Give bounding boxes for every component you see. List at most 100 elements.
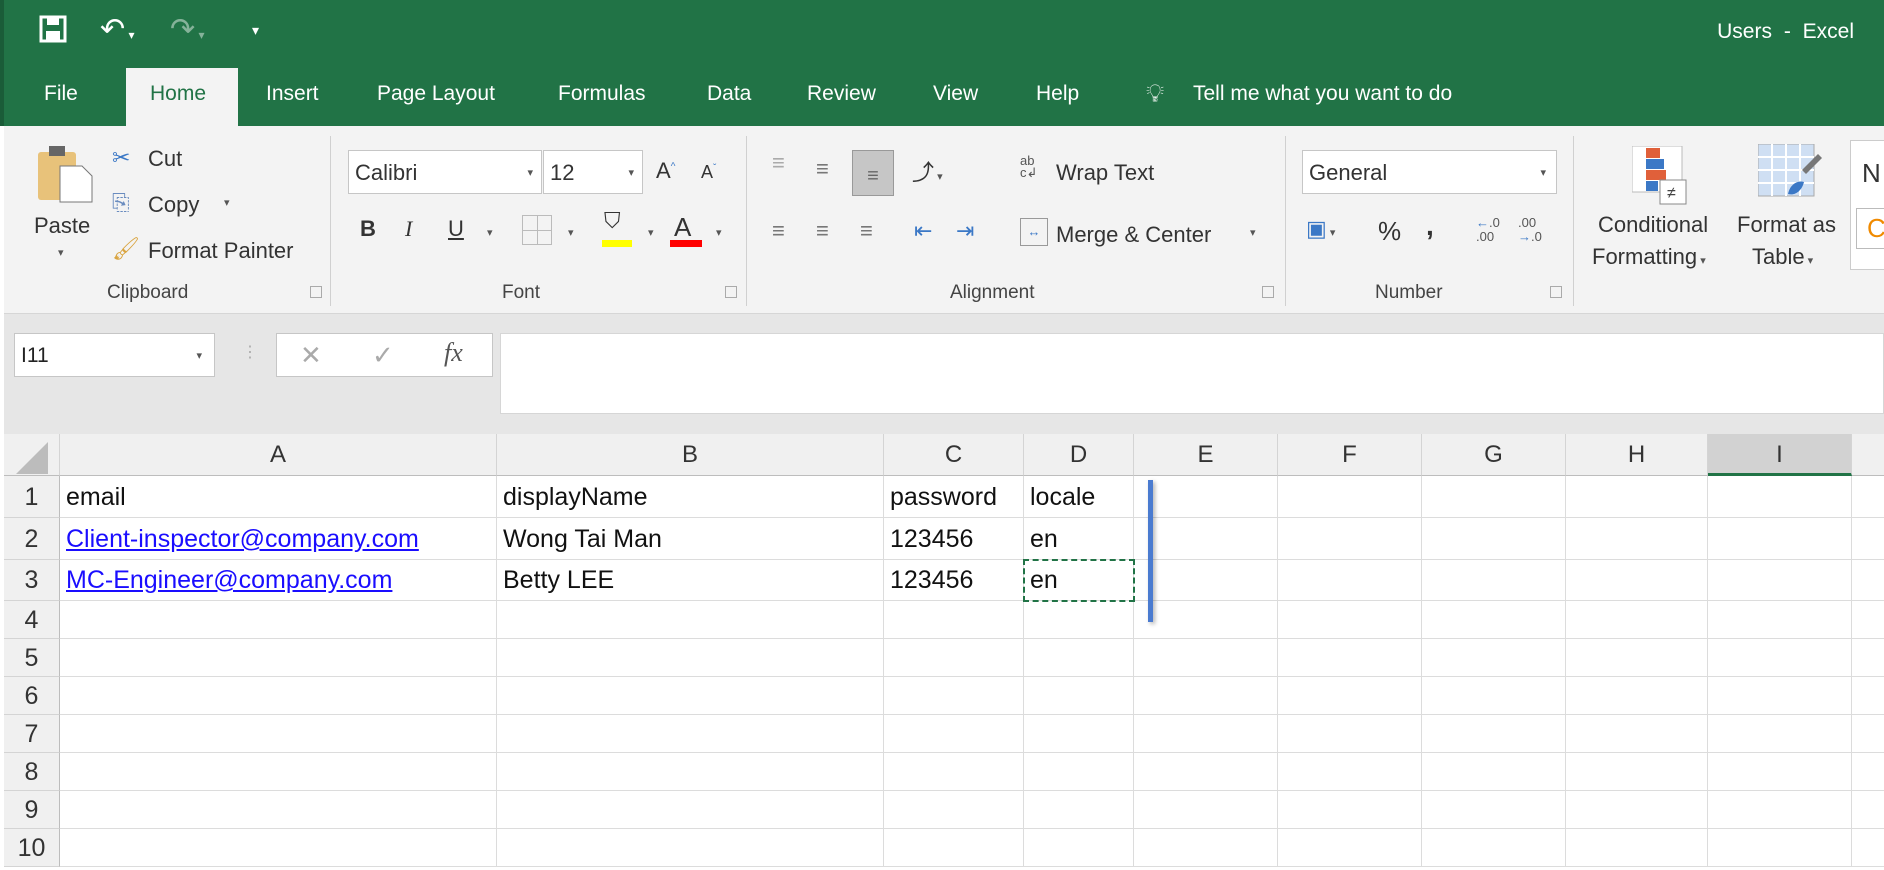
increase-font-size-icon[interactable]: A^ xyxy=(656,158,675,184)
column-header-g[interactable]: G xyxy=(1422,434,1566,476)
decrease-indent-icon[interactable]: ⇤ xyxy=(914,218,932,244)
cell-j6[interactable] xyxy=(1852,677,1884,715)
bold-button[interactable]: B xyxy=(360,216,376,242)
cell-i1[interactable] xyxy=(1708,476,1852,518)
column-header-h[interactable]: H xyxy=(1566,434,1708,476)
cancel-icon[interactable]: ✕ xyxy=(300,340,322,371)
align-top-icon[interactable]: ≡ xyxy=(772,150,785,176)
cell-e6[interactable] xyxy=(1134,677,1278,715)
cell-e9[interactable] xyxy=(1134,791,1278,829)
column-header-b[interactable]: B xyxy=(497,434,884,476)
customize-qat-icon[interactable]: ▾ xyxy=(252,22,259,39)
cell-g6[interactable] xyxy=(1422,677,1566,715)
italic-button[interactable]: I xyxy=(405,216,412,242)
format-as-table-button[interactable]: Format as xyxy=(1737,212,1836,238)
tab-review[interactable]: Review xyxy=(807,82,876,106)
cell-i5[interactable] xyxy=(1708,639,1852,677)
select-all-corner[interactable] xyxy=(4,434,60,476)
tab-insert[interactable]: Insert xyxy=(266,82,319,106)
cell-c3[interactable]: 123456 xyxy=(884,560,1024,601)
cell-h8[interactable] xyxy=(1566,753,1708,791)
tab-file[interactable]: File xyxy=(44,82,78,106)
cell-d4[interactable] xyxy=(1024,601,1134,639)
row-header-7[interactable]: 7 xyxy=(4,715,60,753)
cell-b2[interactable]: Wong Tai Man xyxy=(497,518,884,560)
cell-b10[interactable] xyxy=(497,829,884,867)
tab-home[interactable]: Home xyxy=(150,82,206,106)
cell-e3[interactable] xyxy=(1134,560,1278,601)
cell-f8[interactable] xyxy=(1278,753,1422,791)
column-header-a[interactable]: A xyxy=(60,434,497,476)
cell-j10[interactable] xyxy=(1852,829,1884,867)
cell-i6[interactable] xyxy=(1708,677,1852,715)
cell-e4[interactable] xyxy=(1134,601,1278,639)
borders-icon[interactable] xyxy=(522,215,552,245)
font-size-select[interactable]: 12 ▾ xyxy=(543,150,643,194)
row-header-9[interactable]: 9 xyxy=(4,791,60,829)
column-header-c[interactable]: C xyxy=(884,434,1024,476)
cell-b7[interactable] xyxy=(497,715,884,753)
align-right-icon[interactable]: ≡ xyxy=(860,218,873,244)
undo-icon[interactable]: ↶ ▾ xyxy=(100,12,135,47)
cell-f6[interactable] xyxy=(1278,677,1422,715)
number-format-select[interactable]: General ▾ xyxy=(1302,150,1557,194)
cell-f5[interactable] xyxy=(1278,639,1422,677)
cell-a9[interactable] xyxy=(60,791,497,829)
format-as-table-label-2[interactable]: Table ▾ xyxy=(1752,244,1813,270)
cell-d2[interactable]: en xyxy=(1024,518,1134,560)
orientation-icon[interactable]: ⤴ ▾ xyxy=(912,155,943,187)
row-header-2[interactable]: 2 xyxy=(4,518,60,560)
fill-color-dropdown-icon[interactable]: ▾ xyxy=(648,226,654,239)
cell-j4[interactable] xyxy=(1852,601,1884,639)
increase-indent-icon[interactable]: ⇥ xyxy=(956,218,974,244)
cell-i10[interactable] xyxy=(1708,829,1852,867)
paste-icon[interactable] xyxy=(36,144,98,209)
cell-c10[interactable] xyxy=(884,829,1024,867)
cell-h7[interactable] xyxy=(1566,715,1708,753)
cell-a4[interactable] xyxy=(60,601,497,639)
cell-e2[interactable] xyxy=(1134,518,1278,560)
enter-icon[interactable]: ✓ xyxy=(372,340,394,371)
row-header-1[interactable]: 1 xyxy=(4,476,60,518)
font-name-select[interactable]: Calibri ▾ xyxy=(348,150,542,194)
cell-j7[interactable] xyxy=(1852,715,1884,753)
cell-d6[interactable] xyxy=(1024,677,1134,715)
cell-j1[interactable] xyxy=(1852,476,1884,518)
cell-d5[interactable] xyxy=(1024,639,1134,677)
paste-dropdown-icon[interactable]: ▾ xyxy=(58,246,64,259)
column-header-f[interactable]: F xyxy=(1278,434,1422,476)
column-header-d[interactable]: D xyxy=(1024,434,1134,476)
cell-f10[interactable] xyxy=(1278,829,1422,867)
cell-a6[interactable] xyxy=(60,677,497,715)
tab-help[interactable]: Help xyxy=(1036,82,1079,106)
cell-c9[interactable] xyxy=(884,791,1024,829)
cell-d1[interactable]: locale xyxy=(1024,476,1134,518)
underline-dropdown-icon[interactable]: ▾ xyxy=(487,226,493,239)
decrease-decimal-icon[interactable]: .00 →.0 xyxy=(1518,216,1542,244)
row-header-5[interactable]: 5 xyxy=(4,639,60,677)
cell-g3[interactable] xyxy=(1422,560,1566,601)
clipboard-launcher-icon[interactable] xyxy=(310,286,322,298)
formula-input[interactable] xyxy=(500,333,1884,414)
tab-formulas[interactable]: Formulas xyxy=(558,82,646,106)
spreadsheet-grid[interactable]: A B C D E F G H I 1 email displayName password locale… xyxy=(4,434,1884,870)
cell-g5[interactable] xyxy=(1422,639,1566,677)
conditional-formatting-button[interactable]: Conditional xyxy=(1598,212,1708,238)
tab-page-layout[interactable]: Page Layout xyxy=(377,82,495,106)
cell-g4[interactable] xyxy=(1422,601,1566,639)
align-left-icon[interactable]: ≡ xyxy=(772,218,785,244)
cell-b8[interactable] xyxy=(497,753,884,791)
cell-e8[interactable] xyxy=(1134,753,1278,791)
cell-b3[interactable]: Betty LEE xyxy=(497,560,884,601)
increase-decimal-icon[interactable]: ←.0.00 xyxy=(1476,216,1500,244)
save-icon[interactable] xyxy=(38,14,68,51)
cell-j2[interactable] xyxy=(1852,518,1884,560)
style-normal[interactable]: N xyxy=(1862,158,1881,189)
copy-button[interactable]: Copy xyxy=(148,192,199,218)
font-launcher-icon[interactable] xyxy=(725,286,737,298)
fill-color-icon[interactable]: ⛉ xyxy=(604,208,621,234)
row-header-3[interactable]: 3 xyxy=(4,560,60,601)
align-bottom-icon[interactable]: ≡ xyxy=(852,150,894,196)
cell-g2[interactable] xyxy=(1422,518,1566,560)
cell-f4[interactable] xyxy=(1278,601,1422,639)
